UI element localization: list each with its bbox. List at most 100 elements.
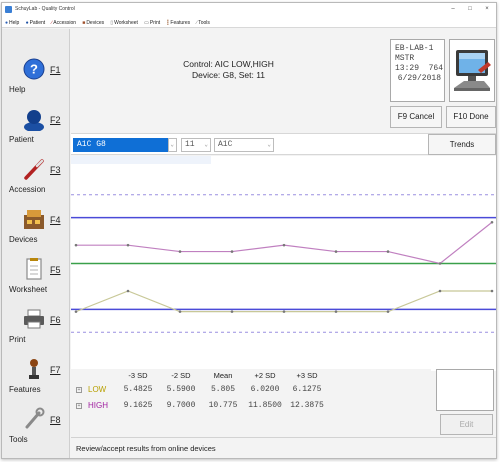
menu-item-label: Accession [53, 20, 77, 26]
menu-item-accession[interactable]: ∕Accession [51, 18, 76, 28]
menu-item-features[interactable]: ┇Features [166, 18, 190, 28]
qc-statistics: -3 SD -2 SD Mean +2 SD +3 SD + LOW 5.482… [71, 369, 431, 435]
stats-header: -3 SD [128, 371, 148, 380]
stats-header: -2 SD [171, 371, 191, 380]
svg-text:?: ? [30, 62, 38, 77]
low-data-point [126, 289, 130, 293]
title-bar: SchuyLab - Quality Control – □ × [2, 3, 496, 17]
help-icon: ● [5, 20, 9, 26]
high-data-point [178, 250, 182, 253]
sidebar-label: Tools [9, 435, 28, 444]
stats-cell: 5.805 [210, 385, 235, 394]
status-bar: Review/accept results from online device… [71, 437, 496, 458]
worksheet-icon: ▯ [110, 20, 114, 26]
stats-header: +3 SD [296, 371, 318, 380]
status-message: Review/accept results from online device… [76, 444, 216, 453]
features-icon: ┇ [166, 20, 170, 26]
menu-item-tools[interactable]: ∕Tools [196, 18, 210, 28]
sidebar-label: Print [9, 335, 26, 344]
stats-row-label: LOW [88, 385, 107, 394]
sidebar-item-patient[interactable]: F2 Patient [2, 105, 70, 155]
high-data-point [282, 243, 286, 247]
close-button[interactable]: × [480, 4, 494, 14]
expand-icon[interactable]: + [76, 403, 82, 409]
time-count: 13:29 764 [395, 64, 444, 73]
tools-icon [25, 407, 45, 429]
test-device-value: A1C G8 [77, 140, 106, 149]
menu-item-label: Worksheet [114, 20, 138, 26]
features-icon [29, 359, 39, 379]
low-data-point [178, 310, 182, 313]
menu-item-label: Features [170, 20, 191, 26]
comment-box[interactable] [436, 369, 494, 411]
analyte-select[interactable]: A1C ⌄ [214, 138, 274, 152]
low-data-point [334, 310, 338, 313]
set-select[interactable]: 11 ⌄ [181, 138, 211, 152]
stats-header: +2 SD [254, 371, 276, 380]
sidebar-key: F1 [50, 65, 61, 75]
levey-jennings-chart [71, 156, 496, 371]
sidebar-label: Features [9, 385, 41, 394]
user-id: MSTR [395, 54, 415, 63]
sidebar-item-features[interactable]: F7 Features [2, 355, 70, 405]
sidebar-key: F8 [50, 415, 61, 425]
sidebar-item-print[interactable]: F6 Print [2, 305, 70, 355]
help-icon: ? [23, 58, 45, 80]
sidebar-item-help[interactable]: ? F1 Help [2, 55, 70, 105]
window-title: SchuyLab - Quality Control [15, 6, 75, 12]
sidebar-label: Accession [9, 185, 46, 194]
stats-cell: 10.775 [208, 401, 238, 410]
menu-item-worksheet[interactable]: ▯Worksheet [110, 18, 138, 28]
stats-row-label: HIGH [88, 401, 108, 410]
monitor-panel [449, 39, 495, 102]
menu-item-label: Help [9, 20, 20, 26]
menu-item-label: Devices [86, 20, 105, 26]
patient-icon: ● [25, 20, 29, 26]
low-data-point [386, 310, 390, 313]
sidebar-key: F5 [50, 265, 61, 275]
qc-chart-svg [71, 194, 496, 333]
station-info-box: EB-LAB-1 MSTR 13:29 764 6/29/2018 [390, 39, 445, 102]
done-button[interactable]: F10 Done [446, 106, 496, 128]
sidebar-key: F7 [50, 365, 61, 375]
sidebar-item-accession[interactable]: F3 Accession [2, 155, 70, 205]
low-series-line [75, 290, 492, 313]
low-data-point [282, 310, 286, 313]
expand-icon[interactable]: + [76, 387, 82, 393]
edit-button[interactable]: Edit [440, 414, 493, 435]
sidebar-item-devices[interactable]: F4 Devices [2, 205, 70, 255]
maximize-button[interactable]: □ [463, 4, 477, 14]
station-id: EB-LAB-1 [395, 44, 434, 53]
high-data-point [386, 250, 390, 253]
menu-item-label: Patient [29, 20, 46, 26]
menu-item-patient[interactable]: ●Patient [26, 18, 46, 28]
stats-cell: 9.1625 [123, 401, 153, 410]
test-device-dropdown[interactable]: ⌄ [168, 138, 177, 152]
sidebar-label: Devices [9, 235, 38, 244]
menu-item-help[interactable]: ●Help [5, 18, 19, 28]
menu-bar: ●Help ●Patient ∕Accession ■Devices ▯Work… [2, 17, 496, 28]
menu-item-devices[interactable]: ■Devices [82, 18, 104, 28]
sidebar-key: F6 [50, 315, 61, 325]
app-icon [5, 6, 12, 13]
devices-icon: ■ [82, 20, 86, 26]
minimize-button[interactable]: – [446, 4, 460, 14]
patient-icon [24, 110, 44, 131]
menu-item-print[interactable]: ▭Print [144, 18, 160, 28]
sidebar-item-worksheet[interactable]: F5 Worksheet [2, 255, 70, 305]
chart-header-strip [71, 156, 211, 164]
low-data-point [438, 289, 442, 293]
cancel-button[interactable]: F9 Cancel [390, 106, 442, 128]
high-data-point [230, 250, 234, 253]
app-window: SchuyLab - Quality Control – □ × ●Help ●… [1, 2, 497, 459]
sidebar-key: F4 [50, 215, 61, 225]
control-name: Control: AIC LOW,HIGH [183, 59, 274, 69]
stats-cell: 11.8500 [248, 401, 282, 410]
sidebar-key: F3 [50, 165, 61, 175]
worksheet-icon [26, 258, 42, 280]
filter-toolbar: A1C G8 ⌄ 11 ⌄ A1C ⌄ Trends [71, 133, 496, 155]
trends-button[interactable]: Trends [428, 134, 496, 155]
test-device-select[interactable]: A1C G8 [73, 138, 168, 152]
stats-cell: 9.7000 [166, 401, 196, 410]
sidebar-item-tools[interactable]: F8 Tools [2, 405, 70, 455]
